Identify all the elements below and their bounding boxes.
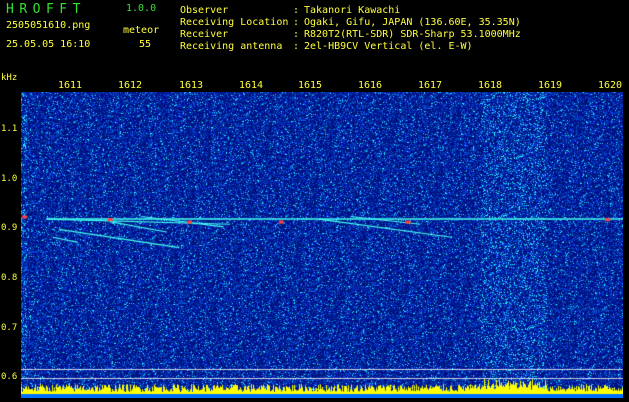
y-tick-label: 1.0 [1,174,18,184]
y-tick-label: 0.6 [1,372,18,382]
receiver-value: R820T2(RTL-SDR) SDR-Sharp 53.1000MHz [304,29,521,40]
y-tick-label: 1.1 [1,124,18,134]
x-tick-label: 1616 [358,80,383,91]
x-tick-label: 1619 [538,80,563,91]
meteor-count-label: meteor [123,25,160,36]
spectrogram-plot [21,92,623,398]
receiver-colon: : [293,29,300,40]
x-tick-label: 1612 [118,80,143,91]
app-title: HROFFT [6,2,86,17]
capture-datetime: 25.05.05 16:10 [6,39,91,50]
spectrogram-canvas [21,92,623,398]
antenna-label: Receiving antenna [180,41,283,52]
x-tick-label: 1614 [239,80,264,91]
y-tick-label: 0.7 [1,323,18,333]
receiver-label: Receiver [180,29,229,40]
x-tick-label: 1615 [298,80,323,91]
meteor-count-value: 55 [139,39,152,50]
y-tick-label: 0.9 [1,223,18,233]
location-colon: : [293,17,300,28]
antenna-colon: : [293,41,300,52]
x-tick-label: 1611 [58,80,83,91]
observer-value: Takanori Kawachi [304,5,401,16]
observer-label: Observer [180,5,229,16]
antenna-value: 2el-HB9CV Vertical (el. E-W) [304,41,473,52]
y-axis-unit: kHz [1,73,18,83]
location-value: Ogaki, Gifu, JAPAN (136.60E, 35.35N) [304,17,521,28]
app-version: 1.0.0 [126,3,157,14]
x-tick-label: 1617 [418,80,443,91]
y-tick-label: 0.8 [1,273,18,283]
image-filename: 2505051610.png [6,20,91,31]
x-tick-label: 1618 [478,80,503,91]
observer-colon: : [293,5,300,16]
x-tick-label: 1620 [598,80,623,91]
location-label: Receiving Location [180,17,289,28]
x-tick-label: 1613 [179,80,204,91]
